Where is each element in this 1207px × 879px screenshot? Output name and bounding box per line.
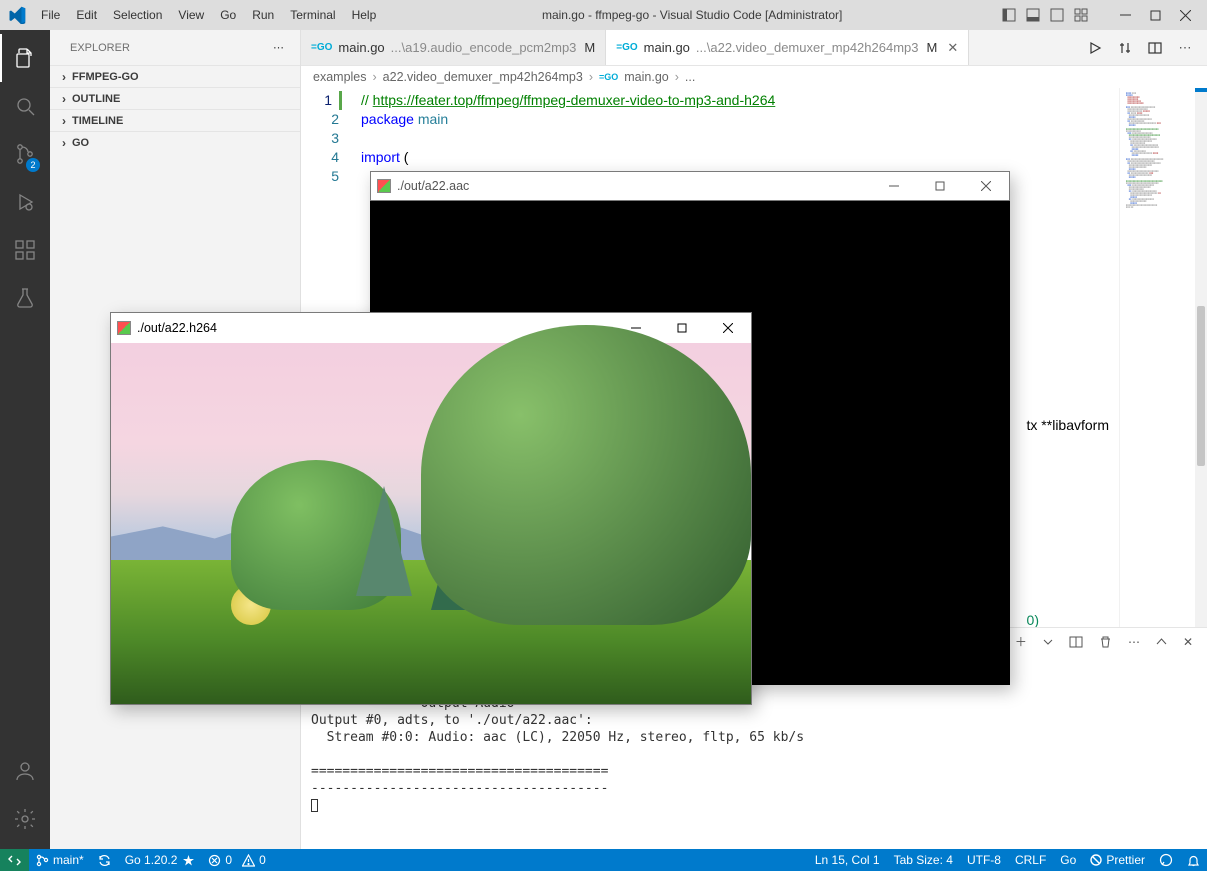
problems-indicator[interactable]: 0 0 [201,849,272,871]
layout-controls [1001,7,1089,23]
activity-bar: 2 [0,30,50,849]
close-panel-icon[interactable]: ✕ [1183,635,1193,649]
chevron-up-icon[interactable] [1156,636,1167,647]
maximize-icon[interactable] [659,313,705,343]
panel-bottom-icon[interactable] [1025,7,1041,23]
status-bar: main* Go 1.20.2 0 0 Ln 15, Col 1 Tab Siz… [0,849,1207,871]
window-controls [1103,7,1207,23]
settings-gear-icon[interactable] [0,795,50,843]
kill-terminal-icon[interactable] [1099,635,1112,648]
vscode-logo-icon [0,6,34,24]
minimize-icon[interactable] [871,171,917,201]
indent-indicator[interactable]: Tab Size: 4 [887,849,960,871]
code-fragment: tx **libavform [1027,416,1109,435]
window-titlebar[interactable]: ./out/a22.aac [370,171,1010,201]
crumb[interactable]: ... [685,70,695,84]
menu-selection[interactable]: Selection [106,0,169,30]
video-frame [111,343,751,704]
tab-path: ...\a19.audio_encode_pcm2mp3 [391,40,577,55]
editor-scrollbar[interactable] [1195,88,1207,627]
accounts-icon[interactable] [0,747,50,795]
run-file-icon[interactable] [1087,40,1103,56]
menu-help[interactable]: Help [345,0,384,30]
menu-terminal[interactable]: Terminal [283,0,342,30]
sidebar-section-timeline[interactable]: ›TIMELINE [50,109,300,131]
new-terminal-icon[interactable]: ＋ [1015,633,1027,650]
crumb[interactable]: a22.video_demuxer_mp42h264mp3 [383,70,583,84]
window-title-text: ./out/a22.aac [397,179,469,193]
tab-filename: main.go [338,40,384,55]
scm-badge: 2 [26,158,40,172]
window-h264-player[interactable]: ./out/a22.h264 [110,312,752,705]
close-icon[interactable] [963,171,1009,201]
title-bar: File Edit Selection View Go Run Terminal… [0,0,1207,30]
close-icon[interactable] [1177,7,1193,23]
tab-modified-indicator: M [584,40,595,55]
sync-indicator[interactable] [91,849,118,871]
breadcrumbs[interactable]: examples› a22.video_demuxer_mp42h264mp3›… [301,66,1207,88]
menu-view[interactable]: View [171,0,211,30]
menu-go[interactable]: Go [213,0,243,30]
encoding-indicator[interactable]: UTF-8 [960,849,1008,871]
sidebar-section-outline[interactable]: ›OUTLINE [50,87,300,109]
extensions-icon[interactable] [0,226,50,274]
eol-indicator[interactable]: CRLF [1008,849,1053,871]
notifications-icon[interactable] [1180,849,1207,871]
go-file-icon: =GO [311,42,332,53]
editor-tabs: =GO main.go ...\a19.audio_encode_pcm2mp3… [301,30,1207,66]
split-editor-icon[interactable] [1147,40,1163,56]
crumb[interactable]: main.go [624,70,668,84]
source-control-icon[interactable]: 2 [0,130,50,178]
split-terminal-icon[interactable] [1069,635,1083,649]
go-version[interactable]: Go 1.20.2 [118,849,202,871]
go-file-icon: =GO [616,42,637,53]
search-icon[interactable] [0,82,50,130]
language-indicator[interactable]: Go [1053,849,1083,871]
tab-a22[interactable]: =GO main.go ...\a22.video_demuxer_mp42h2… [606,30,969,65]
tab-path: ...\a22.video_demuxer_mp42h264mp3 [696,40,919,55]
sidebar-section-ffmpeg-go[interactable]: ›FFMPEG-GO [50,65,300,87]
sidebar-more-icon[interactable]: ⋯ [273,41,286,54]
window-title-text: ./out/a22.h264 [137,321,217,335]
remote-indicator[interactable] [0,849,29,871]
minimap[interactable]: ▀▀▀▀▀▀▀▀▀▀▀▀▀▀▀▀▀▀ ▀▀▀▀ ▀▀▀ ▀▀▀▀▀ ▀▀▀▀▀▀… [1119,88,1207,627]
menu-edit[interactable]: Edit [69,0,104,30]
panel-right-icon[interactable] [1049,7,1065,23]
app-icon [377,179,391,193]
prettier-indicator[interactable]: Prettier [1083,849,1152,871]
terminal-dropdown-icon[interactable] [1043,637,1053,647]
tab-modified-indicator: M [927,40,938,55]
layout-grid-icon[interactable] [1073,7,1089,23]
feedback-icon[interactable] [1152,849,1180,871]
close-icon[interactable] [705,313,751,343]
tab-close-icon[interactable]: ✕ [947,40,958,56]
maximize-icon[interactable] [1147,7,1163,23]
menu-run[interactable]: Run [245,0,281,30]
app-icon [117,321,131,335]
maximize-icon[interactable] [917,171,963,201]
sidebar-title: EXPLORER [70,42,130,54]
window-title: main.go - ffmpeg-go - Visual Studio Code… [383,8,1001,22]
go-file-icon: =GO [599,72,618,82]
panel-left-icon[interactable] [1001,7,1017,23]
tab-a19[interactable]: =GO main.go ...\a19.audio_encode_pcm2mp3… [301,30,606,65]
cursor-position[interactable]: Ln 15, Col 1 [808,849,887,871]
testing-icon[interactable] [0,274,50,322]
crumb[interactable]: examples [313,70,367,84]
code-fragment: 0) [1027,611,1109,627]
diff-icon[interactable] [1117,40,1133,56]
menu-bar: File Edit Selection View Go Run Terminal… [34,0,383,30]
more-actions-icon[interactable]: ⋯ [1177,40,1193,56]
more-terminal-icon[interactable]: ⋯ [1128,635,1140,649]
sidebar-section-go[interactable]: ›GO [50,131,300,153]
menu-file[interactable]: File [34,0,67,30]
branch-indicator[interactable]: main* [29,849,91,871]
minimize-icon[interactable] [1117,7,1133,23]
run-debug-icon[interactable] [0,178,50,226]
tab-filename: main.go [644,40,690,55]
explorer-icon[interactable] [0,34,50,82]
